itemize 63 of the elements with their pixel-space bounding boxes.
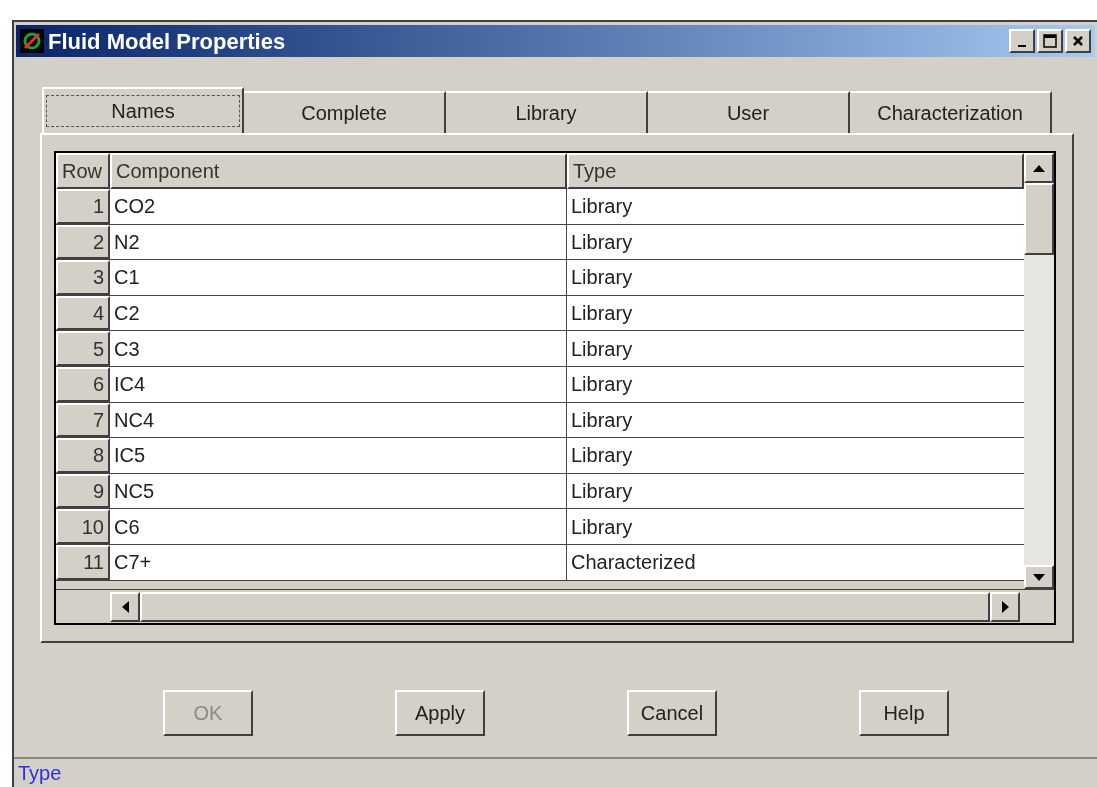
row-number[interactable]: 8: [56, 438, 110, 473]
dialog-button[interactable]: Apply: [395, 690, 485, 736]
row-number[interactable]: 11: [56, 544, 110, 580]
table-cell: C6: [110, 509, 567, 544]
table-cell-text: Library: [570, 514, 634, 540]
minimize-button[interactable]: [1009, 29, 1035, 53]
table-cell-text: Library: [570, 336, 634, 362]
minimize-icon: [1018, 45, 1026, 47]
row-number[interactable]: 7: [56, 402, 110, 438]
right-arrow-icon: [1001, 600, 1009, 613]
down-arrow-icon: [1033, 573, 1045, 581]
scroll-left-button[interactable]: [110, 591, 140, 622]
maximize-button[interactable]: [1037, 29, 1063, 53]
maximize-icon: [1043, 34, 1057, 48]
table-cell: C1: [110, 260, 567, 295]
table-cell: C3: [110, 331, 567, 366]
table-cell: CO2: [110, 189, 567, 224]
tab[interactable]: User: [648, 91, 850, 133]
scroll-thumb[interactable]: [1024, 183, 1054, 255]
close-icon: [1072, 35, 1084, 47]
up-arrow-icon: [1033, 164, 1045, 172]
close-button[interactable]: [1065, 29, 1091, 53]
table-cell-text: Library: [570, 443, 634, 469]
table-cell-text: Library: [570, 194, 634, 220]
app-icon: [20, 29, 44, 53]
dialog-button[interactable]: Help: [859, 690, 949, 736]
table-cell-text: Library: [570, 229, 634, 255]
table-cell: N2: [110, 224, 567, 260]
column-header[interactable]: Component: [110, 153, 567, 189]
status-text: Type: [18, 761, 62, 786]
row-number[interactable]: 9: [56, 473, 110, 509]
table-cell: IC4: [110, 366, 567, 402]
table-cell-text: Library: [570, 407, 634, 433]
table-cell-text: Library: [570, 265, 634, 291]
window-title: Fluid Model Properties: [48, 27, 286, 56]
table-cell-text: Characterized: [570, 550, 697, 576]
row-number[interactable]: 1: [56, 189, 110, 224]
column-header[interactable]: Type: [567, 153, 1024, 189]
scroll-up-button[interactable]: [1024, 153, 1054, 183]
row-number[interactable]: 2: [56, 224, 110, 260]
vertical-scrollbar[interactable]: [1024, 153, 1054, 589]
table-cell-text: Library: [570, 301, 634, 327]
table-cell: NC5: [110, 473, 567, 509]
dialog-button[interactable]: Cancel: [627, 690, 717, 736]
row-number[interactable]: 5: [56, 331, 110, 366]
row-number[interactable]: 3: [56, 260, 110, 295]
tab[interactable]: Characterization: [850, 91, 1052, 133]
tab[interactable]: Names: [42, 87, 244, 133]
tab[interactable]: Library: [446, 91, 648, 133]
scroll-down-button[interactable]: [1024, 565, 1054, 589]
scroll-right-button[interactable]: [990, 591, 1020, 622]
table-cell: NC4: [110, 402, 567, 438]
table-cell: C2: [110, 295, 567, 331]
row-number[interactable]: 10: [56, 509, 110, 544]
row-number[interactable]: 6: [56, 366, 110, 402]
table-cell-text: Library: [570, 372, 634, 398]
column-header[interactable]: Row: [56, 153, 110, 189]
table-cell: IC5: [110, 438, 567, 473]
tab[interactable]: Complete: [244, 91, 446, 133]
left-arrow-icon: [121, 600, 129, 613]
table-cell: C7+: [110, 544, 567, 580]
table-cell-text: Library: [570, 479, 634, 505]
row-number[interactable]: 4: [56, 295, 110, 331]
